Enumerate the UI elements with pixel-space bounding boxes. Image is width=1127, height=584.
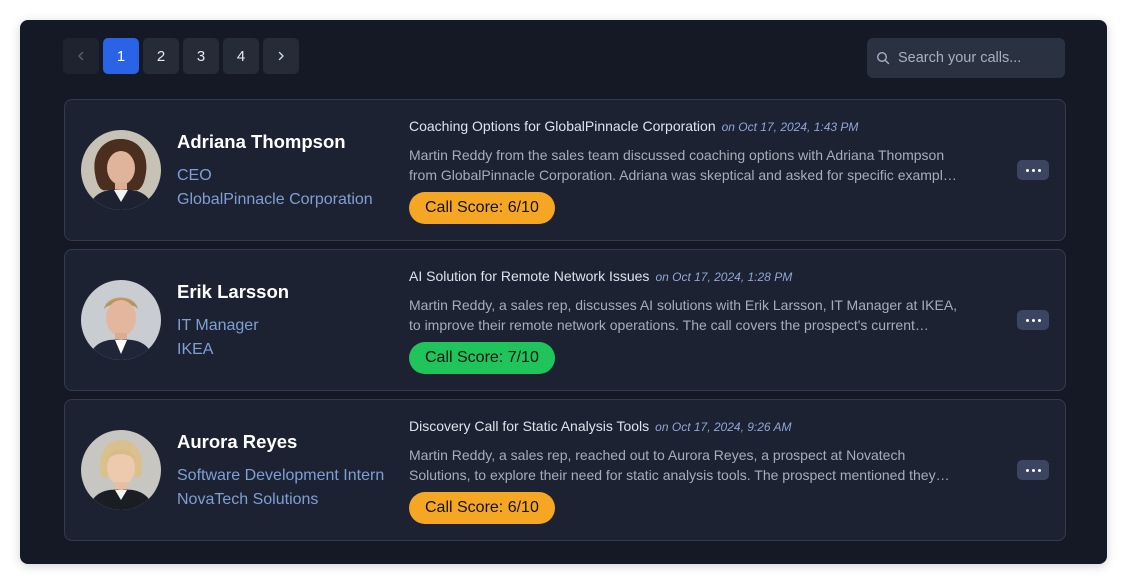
page-button-4[interactable]: 4 bbox=[223, 38, 259, 74]
more-dot bbox=[1031, 468, 1035, 472]
call-summary: Martin Reddy, a sales rep, reached out t… bbox=[409, 447, 936, 483]
more-options-button[interactable] bbox=[1017, 460, 1049, 480]
call-summary: Martin Reddy, a sales rep, discusses AI … bbox=[409, 297, 958, 333]
call-date: on Oct 17, 2024, 9:26 AM bbox=[655, 420, 792, 434]
call-list: Adriana Thompson CEO GlobalPinnacle Corp… bbox=[64, 99, 1066, 549]
call-score-badge: Call Score: 7/10 bbox=[409, 342, 555, 374]
page-button-1[interactable]: 1 bbox=[103, 38, 139, 74]
call-date: on Oct 17, 2024, 1:28 PM bbox=[655, 270, 793, 284]
avatar bbox=[81, 280, 161, 360]
call-title-row: Discovery Call for Static Analysis Tools… bbox=[409, 418, 791, 434]
more-options-button[interactable] bbox=[1017, 310, 1049, 330]
more-dot bbox=[1037, 318, 1041, 322]
contact-company: NovaTech Solutions bbox=[177, 491, 319, 508]
contact-role: Software Development Intern bbox=[177, 467, 385, 484]
search-box bbox=[867, 38, 1065, 78]
search-input[interactable] bbox=[898, 50, 1058, 66]
avatar bbox=[81, 130, 161, 210]
call-score-badge: Call Score: 6/10 bbox=[409, 192, 555, 224]
contact-role: CEO bbox=[177, 167, 212, 184]
call-title-row: Coaching Options for GlobalPinnacle Corp… bbox=[409, 118, 858, 134]
call-title[interactable]: Discovery Call for Static Analysis Tools bbox=[409, 418, 649, 434]
prev-page-button[interactable] bbox=[63, 38, 99, 74]
call-score-badge: Call Score: 6/10 bbox=[409, 492, 555, 524]
call-card[interactable]: Adriana Thompson CEO GlobalPinnacle Corp… bbox=[64, 99, 1066, 241]
more-dots-icon bbox=[1025, 318, 1029, 322]
call-summary: Martin Reddy from the sales team discuss… bbox=[409, 147, 958, 183]
call-date: on Oct 17, 2024, 1:43 PM bbox=[721, 120, 859, 134]
contact-role: IT Manager bbox=[177, 317, 259, 334]
page-button-3[interactable]: 3 bbox=[183, 38, 219, 74]
more-dot bbox=[1031, 318, 1035, 322]
calls-panel: 1 2 3 4 Search your calls... Adriana Tho… bbox=[20, 20, 1107, 564]
chevron-left-icon bbox=[78, 51, 84, 61]
contact-company: IKEA bbox=[177, 341, 214, 358]
more-dot bbox=[1037, 168, 1041, 172]
contact-name: Erik Larsson bbox=[177, 281, 290, 302]
pagination: 1 2 3 4 bbox=[63, 38, 299, 74]
call-card[interactable]: Erik Larsson IT Manager IKEA AI Solution… bbox=[64, 249, 1066, 391]
contact-name: Adriana Thompson bbox=[177, 131, 346, 152]
call-title[interactable]: AI Solution for Remote Network Issues bbox=[409, 268, 649, 284]
page-button-2[interactable]: 2 bbox=[143, 38, 179, 74]
more-options-button[interactable] bbox=[1017, 160, 1049, 180]
search-icon bbox=[876, 51, 890, 65]
more-dots-icon bbox=[1025, 468, 1029, 472]
avatar bbox=[81, 430, 161, 510]
chevron-right-icon bbox=[278, 51, 284, 61]
contact-company: GlobalPinnacle Corporation bbox=[177, 191, 373, 208]
next-page-button[interactable] bbox=[263, 38, 299, 74]
contact-name: Aurora Reyes bbox=[177, 431, 298, 452]
more-dot bbox=[1037, 468, 1041, 472]
call-title-row: AI Solution for Remote Network Issues on … bbox=[409, 268, 792, 284]
call-title[interactable]: Coaching Options for GlobalPinnacle Corp… bbox=[409, 118, 716, 134]
more-dot bbox=[1031, 168, 1035, 172]
more-dots-icon bbox=[1025, 168, 1029, 172]
call-card[interactable]: Aurora Reyes Software Development Intern… bbox=[64, 399, 1066, 541]
